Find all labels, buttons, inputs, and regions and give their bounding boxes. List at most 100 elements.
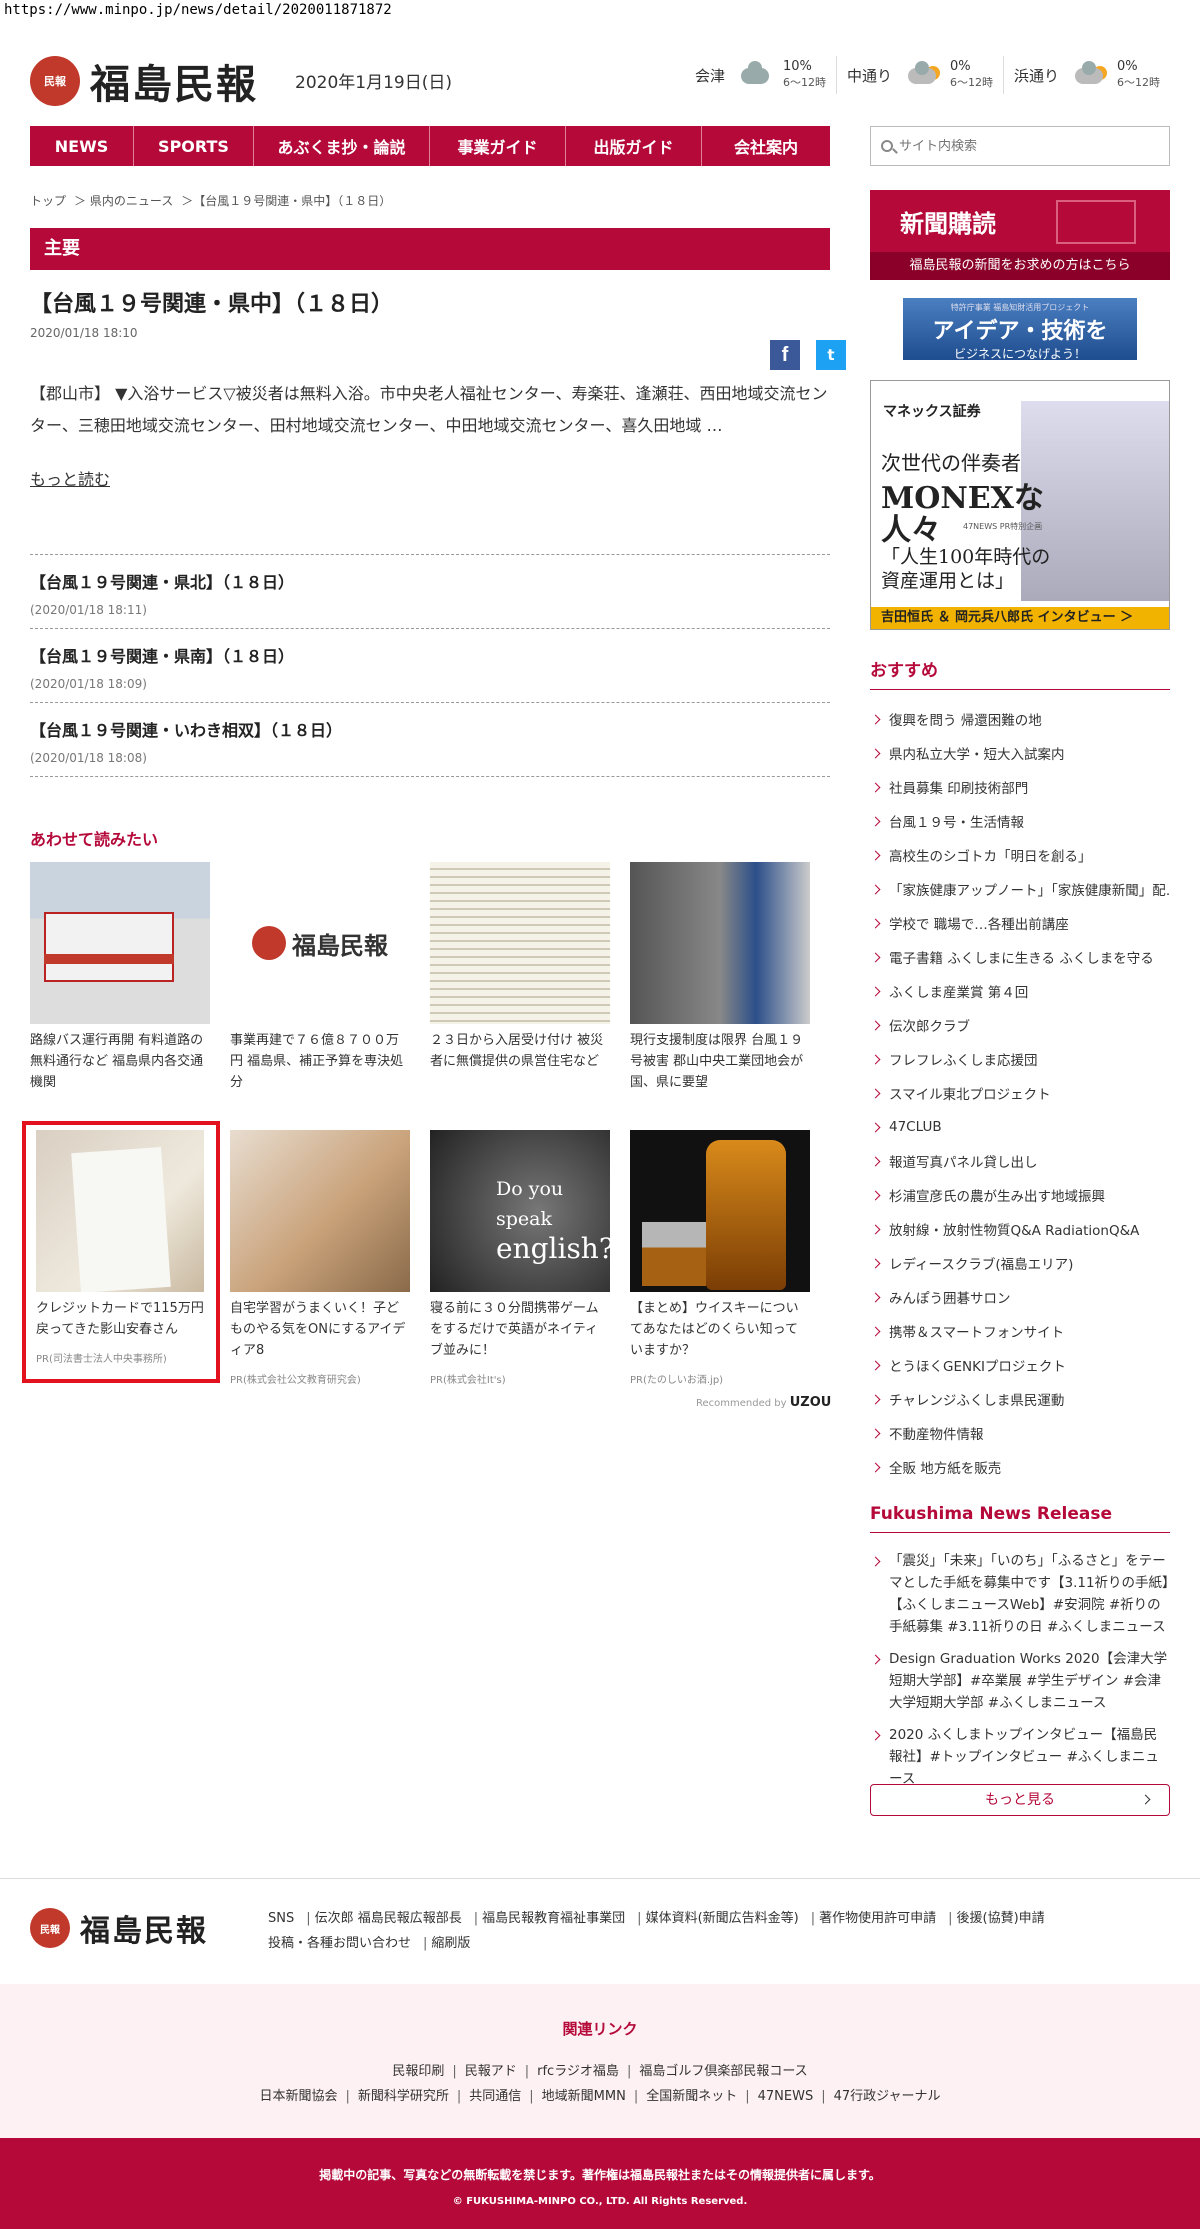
recommend-item-label[interactable]: フレフレふくしま応援団 xyxy=(889,1049,1038,1069)
footer-link[interactable]: 後援(協賛)申請 xyxy=(957,1911,1045,1926)
footer-link[interactable]: 縮刷版 xyxy=(431,1936,470,1951)
related-title[interactable]: 【台風１９号関連・県北】（１８日） xyxy=(30,569,830,593)
nav-sports[interactable]: SPORTS xyxy=(134,126,254,166)
recommend-item-label[interactable]: 報道写真パネル貸し出し xyxy=(889,1151,1038,1171)
recommend-item[interactable]: ふくしま産業賞 第４回 xyxy=(870,974,1170,1008)
recommend-item-label[interactable]: とうほくGENKIプロジェクト xyxy=(889,1355,1066,1375)
news-release-label[interactable]: 「震災」「未来」「いのち」「ふるさと」をテーマとした手紙を募集中です【3.11祈… xyxy=(889,1550,1170,1638)
recommend-item[interactable]: 全販 地方紙を販売 xyxy=(870,1450,1170,1484)
recommend-item-label[interactable]: レディースクラブ(福島エリア) xyxy=(889,1253,1073,1273)
twitter-icon[interactable]: t xyxy=(816,340,846,370)
recommend-item-label[interactable]: 県内私立大学・短大入試案内 xyxy=(889,743,1065,763)
footer-link[interactable]: 47行政ジャーナル xyxy=(834,2089,941,2104)
news-release-label[interactable]: 2020 ふくしまトップインタビュー【福島民報社】#トップインタビュー #ふくし… xyxy=(889,1724,1170,1790)
recommend-item-label[interactable]: みんぽう囲碁サロン xyxy=(889,1287,1011,1307)
recommend-item[interactable]: 学校で 職場で…各種出前講座 xyxy=(870,906,1170,940)
footer-link[interactable]: 全国新聞ネット xyxy=(646,2089,737,2104)
nav-news[interactable]: NEWS xyxy=(30,126,134,166)
footer-link[interactable]: 福島ゴルフ倶楽部民報コース xyxy=(639,2064,807,2079)
related-article[interactable]: 【台風１９号関連・いわき相双】（１８日） (2020/01/18 18:08) xyxy=(30,703,830,777)
footer-link[interactable]: 伝次郎 福島民報広報部長 xyxy=(315,1911,462,1926)
recommend-item[interactable]: 杉浦宣彦氏の農が生み出す地域振興 xyxy=(870,1178,1170,1212)
ad-card[interactable]: 自宅学習がうまくいく！子どものやる気をONにするアイディア8 PR(株式会社公文… xyxy=(230,1130,410,1386)
recommend-item-label[interactable]: 杉浦宣彦氏の農が生み出す地域振興 xyxy=(889,1185,1105,1205)
facebook-icon[interactable]: f xyxy=(770,340,800,370)
news-release-item[interactable]: 2020 ふくしまトップインタビュー【福島民報社】#トップインタビュー #ふくし… xyxy=(870,1724,1170,1790)
idea-banner[interactable]: 特許庁事業 福島知財活用プロジェクト アイデア・技術を ビジネスにつなげよう！ xyxy=(903,298,1137,361)
recommend-item-label[interactable]: 携帯＆スマートフォンサイト xyxy=(889,1321,1064,1341)
recommend-item[interactable]: 携帯＆スマートフォンサイト xyxy=(870,1314,1170,1348)
card-thumbnail[interactable] xyxy=(430,862,610,1024)
article-card[interactable]: 現行支援制度は限界 台風１９号被害 郡山中央工業団地会が国、県に要望 xyxy=(630,862,810,1093)
nav-business-guide[interactable]: 事業ガイド xyxy=(430,126,566,166)
recommend-item[interactable]: 台風１９号・生活情報 xyxy=(870,804,1170,838)
url-bar[interactable]: https://www.minpo.jp/news/detail/2020011… xyxy=(4,2,392,18)
site-logo[interactable]: 民報 福島民報 xyxy=(30,52,258,110)
card-caption[interactable]: 自宅学習がうまくいく！子どものやる気をONにするアイディア8 xyxy=(230,1298,410,1361)
footer-link[interactable]: 民報印刷 xyxy=(392,2064,444,2079)
article-card[interactable]: 路線バス運行再開 有料道路の無料通行など 福島県内各交通機関 xyxy=(30,862,210,1093)
footer-link[interactable]: 福島民報教育福祉事業団 xyxy=(482,1911,625,1926)
card-caption[interactable]: ２３日から入居受け付け 被災者に無償提供の県営住宅など xyxy=(430,1030,610,1072)
footer-link[interactable]: 共同通信 xyxy=(469,2089,521,2104)
footer-link[interactable]: 民報アド xyxy=(465,2064,517,2079)
recommend-item-label[interactable]: 学校で 職場で…各種出前講座 xyxy=(889,913,1069,933)
monex-interview-bar[interactable]: 吉田恒氏 ＆ 岡元兵八郎氏 インタビュー ＞ xyxy=(871,607,1169,629)
recommend-item[interactable]: 伝次郎クラブ xyxy=(870,1008,1170,1042)
recommend-item[interactable]: 社員募集 印刷技術部門 xyxy=(870,770,1170,804)
recommend-item-label[interactable]: チャレンジふくしま県民運動 xyxy=(889,1389,1064,1409)
recommend-item[interactable]: 高校生のシゴトカ「明日を創る」 xyxy=(870,838,1170,872)
more-button[interactable]: もっと見る xyxy=(870,1784,1170,1816)
card-thumbnail[interactable] xyxy=(630,1130,810,1292)
recommend-item[interactable]: レディースクラブ(福島エリア) xyxy=(870,1246,1170,1280)
footer-link[interactable]: SNS xyxy=(268,1911,294,1926)
weather-aizu[interactable]: 会津 10% 6〜12時 xyxy=(685,56,836,94)
recommend-item-label[interactable]: 復興を問う 帰還困難の地 xyxy=(889,709,1042,729)
related-article[interactable]: 【台風１９号関連・県北】（１８日） (2020/01/18 18:11) xyxy=(30,555,830,629)
footer-link[interactable]: 47NEWS xyxy=(758,2089,814,2104)
recommend-item[interactable]: 放射線・放射性物質Q&A RadiationQ&A xyxy=(870,1212,1170,1246)
news-release-item[interactable]: Design Graduation Works 2020【会津大学短期大学部】#… xyxy=(870,1648,1170,1714)
article-card[interactable]: ２３日から入居受け付け 被災者に無償提供の県営住宅など xyxy=(430,862,610,1072)
recommend-item-label[interactable]: 社員募集 印刷技術部門 xyxy=(889,777,1028,797)
recommend-item[interactable]: 電子書籍 ふくしまに生きる ふくしまを守る xyxy=(870,940,1170,974)
nav-abukuma[interactable]: あぶくま抄・論説 xyxy=(254,126,430,166)
card-caption[interactable]: 路線バス運行再開 有料道路の無料通行など 福島県内各交通機関 xyxy=(30,1030,210,1093)
recommend-item[interactable]: 47CLUB xyxy=(870,1110,1170,1144)
footer-link[interactable]: 媒体資料(新聞広告料金等) xyxy=(646,1911,799,1926)
breadcrumb-top[interactable]: トップ xyxy=(30,192,66,209)
weather-hamadori[interactable]: 浜通り 0% 6〜12時 xyxy=(1002,56,1170,94)
footer-link[interactable]: 新聞科学研究所 xyxy=(358,2089,449,2104)
footer-link[interactable]: 地域新聞MMN xyxy=(542,2089,626,2104)
news-release-item[interactable]: 「震災」「未来」「いのち」「ふるさと」をテーマとした手紙を募集中です【3.11祈… xyxy=(870,1550,1170,1638)
recommend-item-label[interactable]: 電子書籍 ふくしまに生きる ふくしまを守る xyxy=(889,947,1154,967)
recommend-item-label[interactable]: 「家族健康アップノート」「家族健康新聞」配… xyxy=(889,879,1170,899)
recommend-item[interactable]: 県内私立大学・短大入試案内 xyxy=(870,736,1170,770)
card-thumbnail[interactable]: Do you speak english? xyxy=(430,1130,610,1292)
nav-publishing-guide[interactable]: 出版ガイド xyxy=(566,126,702,166)
recommend-item-label[interactable]: 台風１９号・生活情報 xyxy=(889,811,1024,831)
search-input[interactable] xyxy=(899,138,1149,154)
footer-link[interactable]: 日本新聞協会 xyxy=(259,2089,337,2104)
monex-banner[interactable]: マネックス証券 次世代の伴奏者 MONEXな 人々 47NEWS PR特別企画 … xyxy=(870,380,1170,630)
ad-card[interactable]: 【まとめ】ウイスキーについてあなたはどのくらい知っていますか？ PR(たのしいお… xyxy=(630,1130,810,1386)
card-thumbnail[interactable] xyxy=(30,862,210,1024)
recommend-item[interactable]: スマイル東北プロジェクト xyxy=(870,1076,1170,1110)
nav-company[interactable]: 会社案内 xyxy=(702,126,830,166)
footer-logo[interactable]: 民報 福島民報 xyxy=(30,1906,208,1950)
recommend-item[interactable]: 「家族健康アップノート」「家族健康新聞」配… xyxy=(870,872,1170,906)
news-release-label[interactable]: Design Graduation Works 2020【会津大学短期大学部】#… xyxy=(889,1648,1170,1714)
recommend-item[interactable]: みんぽう囲碁サロン xyxy=(870,1280,1170,1314)
recommend-item-label[interactable]: 高校生のシゴトカ「明日を創る」 xyxy=(889,845,1092,865)
recommend-item-label[interactable]: スマイル東北プロジェクト xyxy=(889,1083,1051,1103)
card-caption[interactable]: 現行支援制度は限界 台風１９号被害 郡山中央工業団地会が国、県に要望 xyxy=(630,1030,810,1093)
card-caption[interactable]: 【まとめ】ウイスキーについてあなたはどのくらい知っていますか？ xyxy=(630,1298,810,1361)
recommend-item[interactable]: 不動産物件情報 xyxy=(870,1416,1170,1450)
recommend-item[interactable]: 復興を問う 帰還困難の地 xyxy=(870,702,1170,736)
card-caption[interactable]: 事業再建で７６億８７００万円 福島県、補正予算を専決処分 xyxy=(230,1030,410,1093)
recommend-item[interactable]: フレフレふくしま応援団 xyxy=(870,1042,1170,1076)
subscribe-banner[interactable]: 新聞購読 福島民報の新聞をお求めの方はこちら xyxy=(870,190,1170,280)
recommended-by[interactable]: Recommended by UZOU xyxy=(696,1395,831,1410)
site-search[interactable] xyxy=(870,126,1170,166)
card-thumbnail[interactable] xyxy=(630,862,810,1024)
